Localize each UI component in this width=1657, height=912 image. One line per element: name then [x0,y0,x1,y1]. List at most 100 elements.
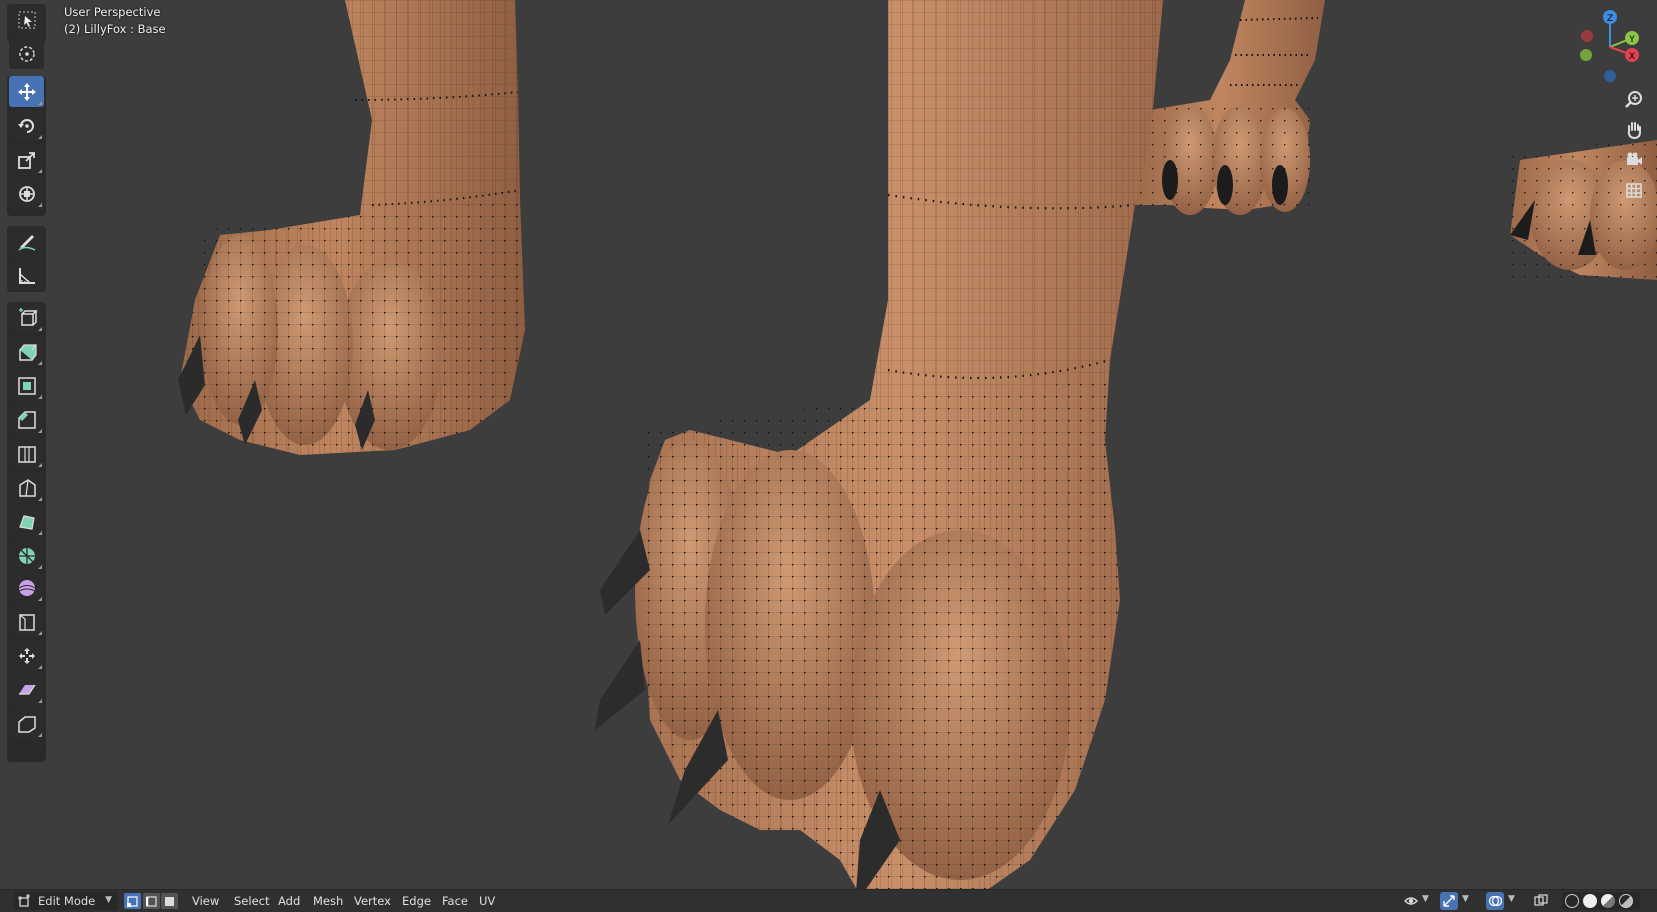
tool-submenu-indicator [38,101,42,105]
shading-modes [1562,892,1640,910]
tool-add-cube[interactable] [9,302,44,333]
loop-cut-icon [17,445,36,463]
poly-build-icon [18,514,35,530]
menu-vertex[interactable]: Vertex [348,893,397,910]
pan-hand-icon[interactable] [1620,116,1648,144]
tool-shrink-fatten[interactable] [9,640,44,671]
viewport-title: User Perspective [64,5,161,19]
vertex-select-icon[interactable] [124,893,141,909]
tool-shear[interactable] [9,674,44,705]
chevron-down-icon: ▼ [105,895,112,905]
shear-icon [18,684,35,695]
neg-z-axis-handle[interactable] [1604,70,1616,82]
solid-shading-icon[interactable] [1583,894,1597,908]
tool-transform[interactable] [9,178,44,209]
tool-submenu-indicator [38,395,42,399]
chevron-down-icon[interactable]: ▼ [1462,894,1469,904]
tool-loop-cut[interactable] [9,438,44,469]
material-shading-icon[interactable] [1601,894,1615,908]
mode-dropdown[interactable]: Edit Mode ▼ [14,892,118,910]
tool-submenu-indicator [38,733,42,737]
tool-smooth[interactable] [9,572,44,603]
shrink-fatten-icon [18,647,35,664]
neg-x-axis-handle[interactable] [1581,30,1593,42]
edit-mode-icon [18,894,30,907]
x-axis-label: X [1629,52,1635,62]
face-select-icon[interactable] [161,893,178,909]
menu-select[interactable]: Select [228,893,275,910]
center-paw-mesh [595,0,1163,905]
tool-cursor[interactable] [9,38,44,69]
tool-move[interactable] [9,76,44,107]
menu-face[interactable]: Face [436,893,474,910]
tool-submenu-indicator [38,327,42,331]
tool-scale[interactable] [9,144,44,175]
neg-y-axis-handle[interactable] [1580,49,1592,61]
tool-measure[interactable] [9,260,44,291]
edge-slide-icon [18,613,35,631]
menu-mesh[interactable]: Mesh [307,893,349,910]
edge-select-icon[interactable] [143,893,160,909]
tool-rotate[interactable] [9,110,44,141]
ortho-grid-icon[interactable] [1620,176,1648,204]
tool-submenu-indicator [38,631,42,635]
rotate-icon [17,118,34,133]
viewport-header: Edit Mode ▼ View Select Add Mesh Vertex … [0,889,1657,912]
overlay-icon[interactable] [1486,892,1504,910]
tool-rip-region[interactable] [9,708,44,739]
bevel-icon [17,410,36,429]
tool-select-box[interactable] [9,4,44,35]
move-icon [17,82,36,101]
add-cube-icon [18,307,38,326]
tool-edge-slide[interactable] [9,606,44,637]
tool-submenu-indicator [38,463,42,467]
left-paw-mesh [178,0,525,455]
tool-submenu-indicator [38,135,42,139]
y-axis-label: Y [1628,35,1635,45]
annotate-icon [18,234,35,251]
extrude-icon [18,343,37,361]
rip-icon [17,715,36,733]
menu-view[interactable]: View [186,893,225,910]
tool-submenu-indicator [38,497,42,501]
inset-icon [17,376,36,395]
mode-label: Edit Mode [38,894,96,908]
chevron-down-icon[interactable]: ▼ [1422,894,1429,904]
transform-icon [18,185,35,202]
z-axis-label: Z [1607,14,1613,24]
tool-inset-faces[interactable] [9,370,44,401]
xray-icon[interactable] [1532,892,1550,910]
3d-viewport[interactable]: User Perspective (2) LillyFox : Base [0,0,1657,911]
upper-right-paw-mesh [1135,0,1325,215]
knife-icon [18,478,36,497]
tool-extrude-region[interactable] [9,336,44,367]
wireframe-shading-icon[interactable] [1565,894,1579,908]
smooth-icon [18,579,35,596]
active-object-info: (2) LillyFox : Base [64,22,166,36]
axis-gizmo[interactable]: Z Y X [1570,5,1648,83]
measure-icon [18,267,35,284]
tool-submenu-indicator [38,665,42,669]
cursor-icon [18,45,35,62]
chevron-down-icon[interactable]: ▼ [1508,894,1515,904]
rendered-shading-icon[interactable] [1619,894,1633,908]
tool-submenu-indicator [38,699,42,703]
gizmo-icon[interactable] [1440,892,1458,910]
camera-icon[interactable] [1620,146,1648,174]
tool-submenu-indicator [38,597,42,601]
tool-poly-build[interactable] [9,506,44,537]
menu-add[interactable]: Add [272,893,306,910]
tool-annotate[interactable] [9,226,44,257]
tool-knife[interactable] [9,472,44,503]
spin-icon [18,547,35,564]
tool-submenu-indicator [38,429,42,433]
zoom-icon[interactable] [1620,86,1648,114]
tool-bevel[interactable] [9,404,44,435]
menu-uv[interactable]: UV [473,893,501,910]
visibility-icon[interactable] [1402,892,1420,910]
tool-submenu-indicator [38,361,42,365]
tool-spin[interactable] [9,540,44,571]
tool-submenu-indicator [38,169,42,173]
menu-edge[interactable]: Edge [396,893,437,910]
mesh-scene[interactable] [0,0,1657,911]
